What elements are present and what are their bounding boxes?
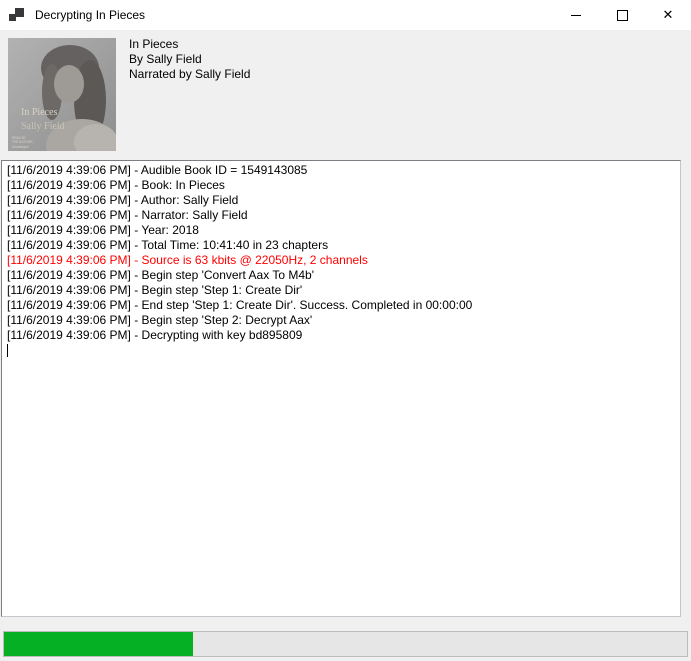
- window-controls: ✕: [553, 0, 691, 30]
- maximize-button[interactable]: [599, 0, 645, 30]
- log-line: [11/6/2019 4:39:06 PM] - Author: Sally F…: [7, 193, 680, 208]
- cover-title-text: In Pieces: [21, 107, 57, 118]
- title-bar[interactable]: Decrypting In Pieces ✕: [0, 0, 691, 30]
- book-cover: In Pieces Sally Field READ BY THE AUTHOR…: [8, 38, 116, 151]
- text-caret: [7, 344, 8, 357]
- app-icon: [9, 7, 25, 23]
- progress-fill: [4, 632, 193, 656]
- log-line: [11/6/2019 4:39:06 PM] - Decrypting with…: [7, 328, 680, 343]
- log-line: [11/6/2019 4:39:06 PM] - Begin step 'Ste…: [7, 283, 680, 298]
- log-line: [11/6/2019 4:39:06 PM] - Total Time: 10:…: [7, 238, 680, 253]
- log-line: [11/6/2019 4:39:06 PM] - Begin step 'Con…: [7, 268, 680, 283]
- log-line: [11/6/2019 4:39:06 PM] - Source is 63 kb…: [7, 253, 680, 268]
- book-narrator-line: Narrated by Sally Field: [129, 67, 250, 82]
- cover-author-text: Sally Field: [21, 121, 65, 132]
- app-window: Decrypting In Pieces ✕: [0, 0, 691, 661]
- log-line: [11/6/2019 4:39:06 PM] - End step 'Step …: [7, 298, 680, 313]
- book-author-line: By Sally Field: [129, 52, 250, 67]
- progress-bar: [3, 631, 688, 657]
- log-line: [11/6/2019 4:39:06 PM] - Year: 2018: [7, 223, 680, 238]
- book-info: In Pieces By Sally Field Narrated by Sal…: [129, 37, 250, 82]
- close-icon: ✕: [663, 7, 674, 23]
- window-title: Decrypting In Pieces: [35, 8, 145, 22]
- close-button[interactable]: ✕: [645, 0, 691, 30]
- log-line: [11/6/2019 4:39:06 PM] - Begin step 'Ste…: [7, 313, 680, 328]
- log-line: [11/6/2019 4:39:06 PM] - Audible Book ID…: [7, 163, 680, 178]
- log-line: [11/6/2019 4:39:06 PM] - Book: In Pieces: [7, 178, 680, 193]
- maximize-icon: [617, 10, 628, 21]
- book-title: In Pieces: [129, 37, 250, 52]
- minimize-button[interactable]: [553, 0, 599, 30]
- cover-readby-line2: THE AUTHOR: [12, 140, 33, 144]
- cover-edition-text: Unabridged: [12, 145, 29, 149]
- log-textbox[interactable]: [11/6/2019 4:39:06 PM] - Audible Book ID…: [1, 160, 681, 617]
- minimize-icon: [571, 15, 581, 16]
- log-line: [11/6/2019 4:39:06 PM] - Narrator: Sally…: [7, 208, 680, 223]
